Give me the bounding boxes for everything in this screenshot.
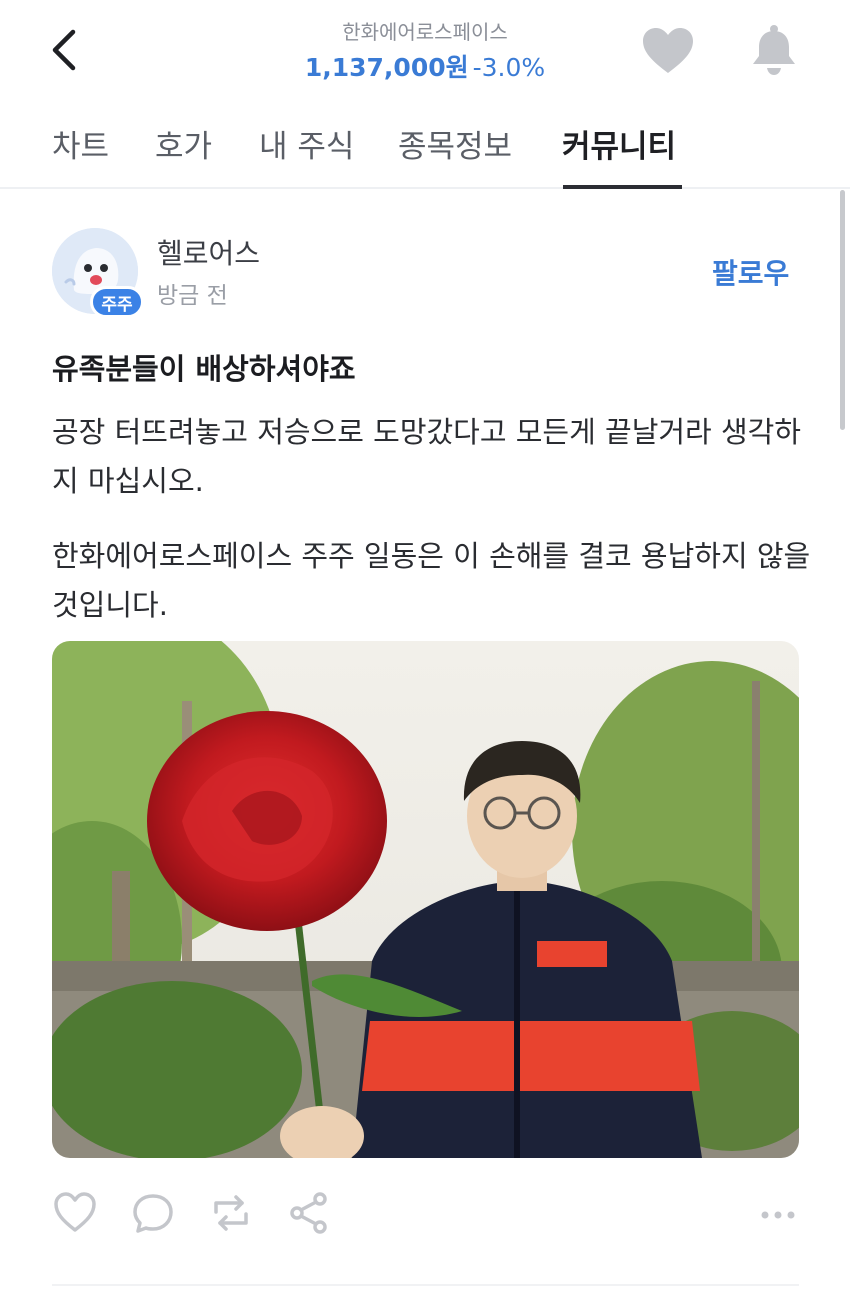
post-photo-illustration [52,641,799,1158]
stock-header: 한화에어로스페이스 1,137,000원 -3.0% [0,0,850,105]
bell-icon [753,25,795,75]
tab-community[interactable]: 커뮤니티 [562,121,676,166]
like-button[interactable] [52,1190,98,1236]
stock-name: 한화에어로스페이스 [342,20,508,44]
active-tab-indicator [563,185,682,189]
scrollbar[interactable] [840,190,845,430]
tab-bar: 차트 호가 내 주식 종목정보 커뮤니티 [0,105,850,189]
share-icon [290,1192,327,1234]
comment-button[interactable] [130,1190,176,1236]
more-horizontal-icon [761,1211,795,1219]
divider [52,1284,799,1286]
stock-price-row: 1,137,000원 -3.0% [0,48,850,84]
notification-button[interactable] [746,22,802,78]
shareholder-badge: 주주 [90,286,144,318]
post-paragraph: 한화에어로스페이스 주주 일동은 이 손해를 결코 용납하지 않을 것입니다. [52,539,811,622]
favorite-button[interactable] [640,26,696,76]
tab-chart[interactable]: 차트 [52,121,109,166]
comment-icon [133,1194,173,1233]
repost-button[interactable] [208,1190,254,1236]
author-name[interactable]: 헬로어스 [157,232,260,272]
tab-my-stock[interactable]: 내 주식 [259,121,354,166]
follow-button[interactable]: 팔로우 [712,252,789,292]
post-time: 방금 전 [157,283,228,309]
tab-stock-info[interactable]: 종목정보 [398,121,512,166]
stock-change: -3.0% [472,53,546,82]
heart-icon [643,28,693,73]
post-paragraph: 공장 터뜨려놓고 저승으로 도망갔다고 모든게 끝날거라 생각하지 마십시오. [52,415,801,498]
stock-price: 1,137,000원 [304,53,469,82]
post-image[interactable] [52,641,799,1158]
share-button[interactable] [286,1190,332,1236]
post-title: 유족분들이 배상하셔야죠 [52,352,356,386]
repost-icon [214,1195,248,1231]
heart-outline-icon [54,1192,96,1232]
tab-orderbook[interactable]: 호가 [155,121,212,166]
more-options-button[interactable] [758,1200,798,1230]
